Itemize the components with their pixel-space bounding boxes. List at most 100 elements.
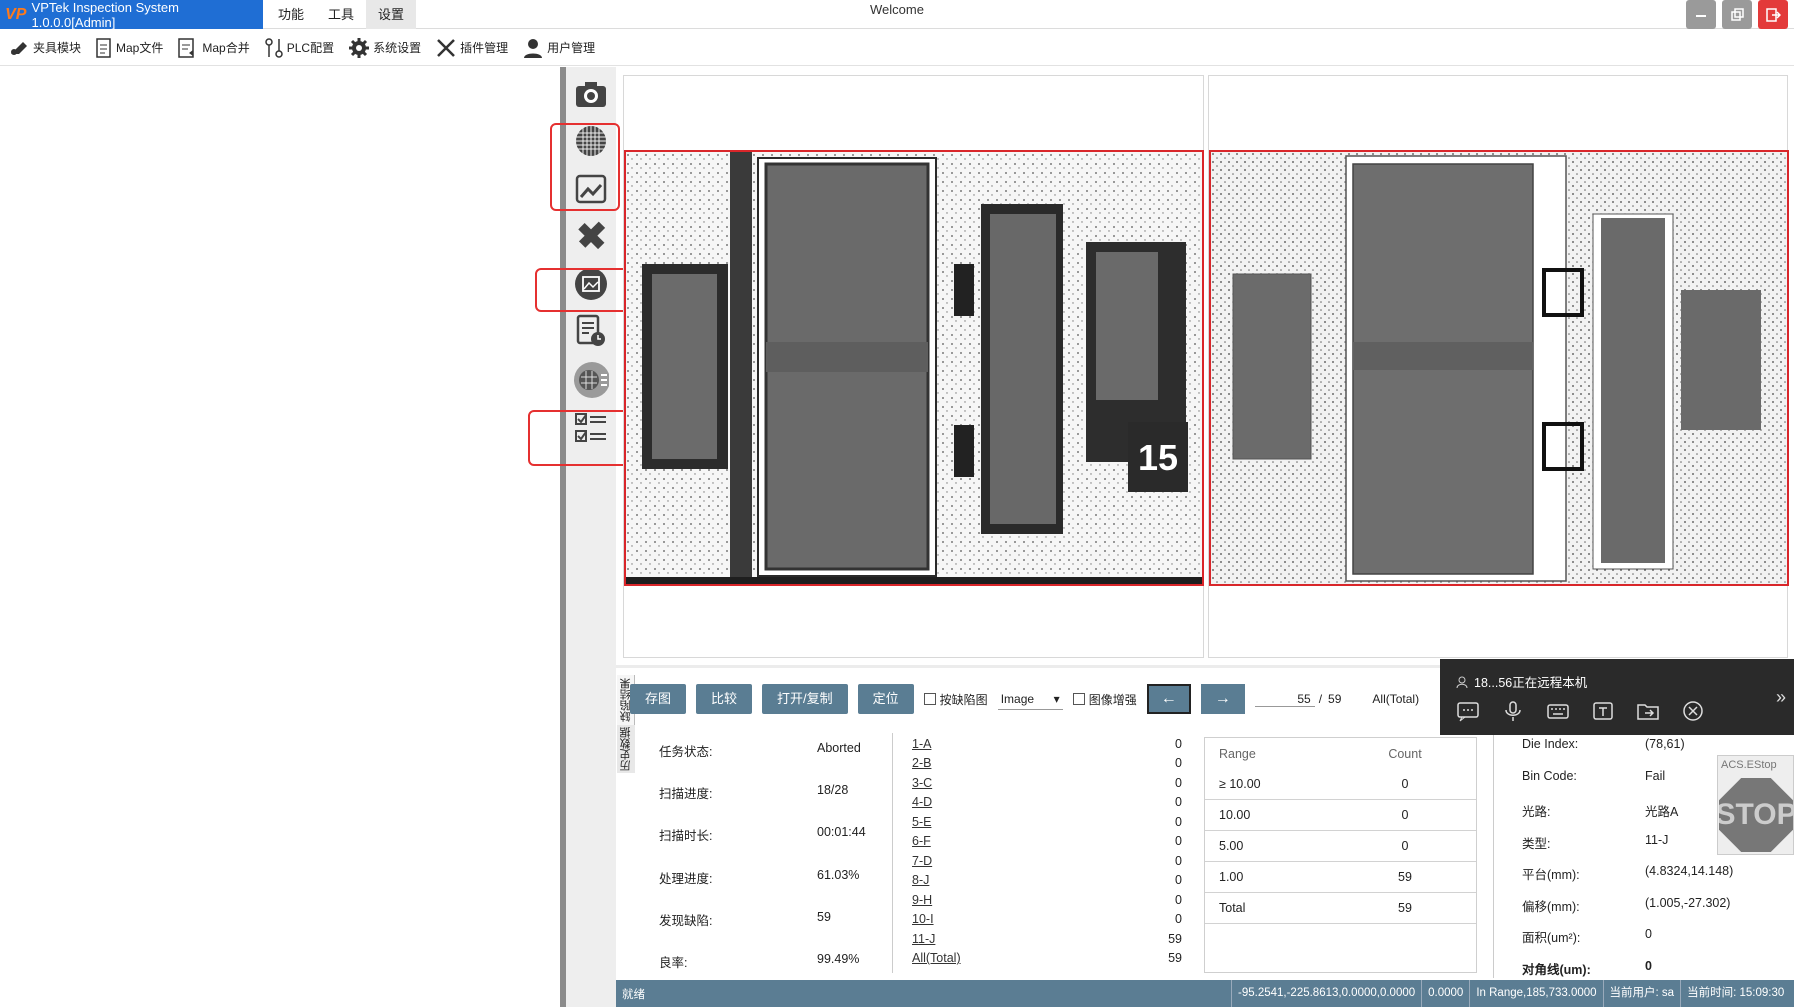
user-manage-button[interactable]: 用户管理 [522,37,595,59]
status-scan-progress: 扫描进度: 18/28 [659,783,849,801]
person-icon [1456,676,1468,688]
app-title-badge: VP VPTek Inspection System 1.0.0.0[Admin… [0,0,263,30]
microphone-icon[interactable] [1501,700,1525,722]
maximize-button[interactable] [1722,0,1752,29]
estop-label: ACS.EStop [1721,759,1777,771]
exit-icon [1766,7,1781,22]
dropdown-arrow-icon: ▾ [1053,691,1060,706]
plc-config-button[interactable]: PLC配置 [264,37,334,59]
close-button[interactable] [1758,0,1788,29]
status-process-progress: 处理进度: 61.03% [659,868,860,886]
map-merge-button[interactable]: Map合并 [177,37,250,59]
measure-button[interactable] [573,217,609,253]
stop-sign-icon[interactable]: STOP [1719,778,1793,852]
next-button[interactable]: → [1200,684,1245,714]
defect-row[interactable]: 8-J 0 [912,873,1182,887]
open-copy-button[interactable]: 打开/复制 [762,684,848,714]
left-image-pane: 15 [623,75,1204,658]
report-button[interactable] [573,313,609,349]
app-title: VPTek Inspection System 1.0.0.0[Admin] [31,0,179,30]
svg-text:15: 15 [1138,437,1178,478]
compare-button[interactable]: 比较 [696,684,753,714]
tab-history[interactable]: 历史数据 [617,725,635,773]
info-area: 面积(um²): 0 [1522,927,1652,945]
defect-row[interactable]: 9-H 0 [912,893,1182,907]
right-scan-image[interactable] [1209,150,1789,586]
gear-icon [349,37,370,58]
enhance-checkbox[interactable]: 图像增强 [1072,691,1137,708]
info-diagonal: 对角线(um): 0 [1522,959,1652,977]
tools-icon [437,38,455,57]
locate-button[interactable]: 定位 [857,684,914,714]
highlight-box-1 [550,123,620,211]
defect-row[interactable]: 1-A 0 [912,737,1182,751]
map-file-button[interactable]: Map文件 [95,37,163,59]
table-row[interactable]: 1.00 59 [1205,862,1476,893]
range-table: Range Count ≥ 10.00 0 10.00 0 5.00 0 1.00 59 … [1204,737,1477,973]
status-user: 当前用户: sa [1602,980,1681,1007]
defect-row[interactable]: 6-F 0 [912,834,1182,848]
menu-bar: 功能 工具 设置 [266,0,417,29]
remote-status: 18...56正在远程本机 [1456,672,1587,691]
camera-button[interactable] [573,76,609,112]
info-die-index: Die Index: (78,61) [1522,737,1685,751]
file-icon [96,37,111,58]
defect-row[interactable]: 11-J 59 [912,932,1182,946]
table-row[interactable]: 5.00 0 [1205,831,1476,862]
table-row[interactable]: ≥ 10.00 0 [1205,769,1476,800]
defect-row[interactable]: 4-D 0 [912,795,1182,809]
defect-row[interactable]: 5-E 0 [912,815,1182,829]
user-icon [524,38,543,58]
collapse-chevron-icon[interactable]: » [1776,687,1786,708]
view-mode-select[interactable]: Image ▾ [997,688,1063,710]
menu-function[interactable]: 功能 [266,0,316,29]
status-value: 0.0000 [1421,980,1469,1007]
fixture-icon [11,41,27,55]
table-row[interactable]: Total 59 [1205,893,1476,924]
prev-button[interactable]: ← [1146,684,1191,714]
report-clock-icon [576,314,605,346]
defect-row[interactable]: 7-D 0 [912,854,1182,868]
status-range: In Range,185,733.0000 [1469,980,1602,1007]
table-row[interactable]: 10.00 0 [1205,800,1476,831]
right-image-pane [1208,75,1789,658]
table-header: Range Count [1219,746,1422,761]
page-input[interactable]: 55 [1254,692,1315,707]
estop-panel[interactable]: ACS.EStop STOP [1717,755,1794,855]
fixture-module-button[interactable]: 夹具模块 [8,38,81,58]
defect-row[interactable]: 10-I 0 [912,912,1182,926]
menu-tools[interactable]: 工具 [316,0,366,29]
status-bar: 就绪 -95.2541,-225.8613,0.0000,0.0000 0.00… [616,980,1794,1007]
title-bar: VP VPTek Inspection System 1.0.0.0[Admin… [0,0,1794,30]
chat-icon[interactable] [1456,700,1480,722]
remote-control-bar: 18...56正在远程本机 » [1440,659,1794,735]
keyboard-icon[interactable] [1546,700,1570,722]
wafer-list-button[interactable] [573,362,609,398]
menu-settings[interactable]: 设置 [366,0,417,29]
defect-row-total[interactable]: All(Total) 59 [912,951,1182,965]
defect-graph-checkbox[interactable]: 按缺陷图 [923,691,988,708]
status-ready: 就绪 [622,988,645,1001]
defect-row[interactable]: 3-C 0 [912,776,1182,790]
system-settings-button[interactable]: 系统设置 [348,37,421,59]
checkbox-box [1072,693,1085,705]
folder-transfer-icon[interactable] [1636,700,1660,722]
defect-row[interactable]: 2-B 0 [912,756,1182,770]
left-panel [0,67,560,1007]
restore-icon [1731,7,1744,21]
info-stage: 平台(mm): (4.8324,14.148) [1522,864,1734,882]
main-toolbar: 夹具模块 Map文件 Map合并 PLC配置 系统设置 插件管理 用户管理 [0,30,1794,66]
image-action-bar: 存图 比较 打开/复制 定位 按缺陷图 Image ▾ 图像增强 ← → 55 /… [630,682,1469,716]
app-logo: VP [5,5,27,23]
save-image-button[interactable]: 存图 [630,684,687,714]
text-icon[interactable] [1591,700,1615,722]
plugin-manage-button[interactable]: 插件管理 [435,37,508,59]
page-total: 59 [1328,692,1342,706]
remote-actions [1456,700,1705,722]
minimize-button[interactable] [1686,0,1716,29]
close-circle-icon[interactable] [1681,700,1705,722]
left-scan-image[interactable]: 15 [624,150,1204,586]
plc-icon [264,37,283,58]
die-image-left: 15 [626,152,1202,584]
status-scan-time: 扫描时长: 00:01:44 [659,825,866,843]
